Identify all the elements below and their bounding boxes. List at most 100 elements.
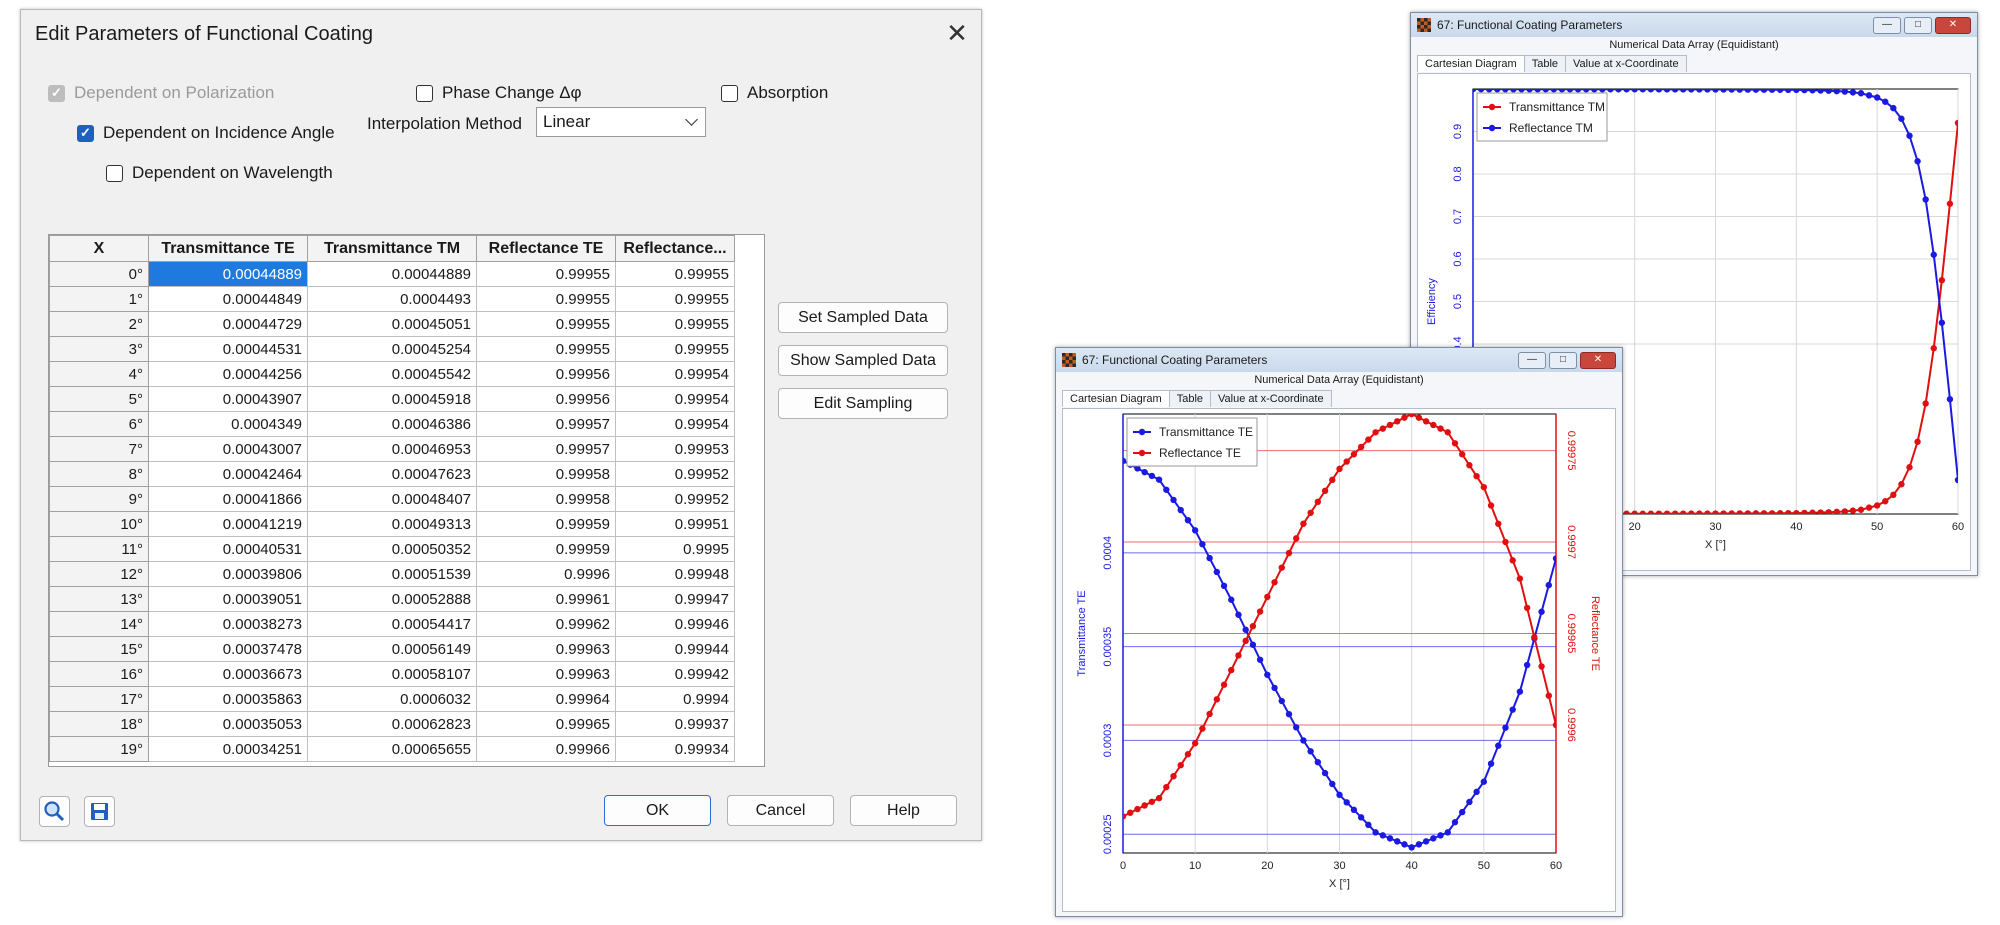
close-icon[interactable]: ✕ <box>1580 352 1616 369</box>
absorption-checkbox[interactable]: Absorption <box>721 83 828 103</box>
row-x-cell[interactable]: 10° <box>49 511 149 537</box>
tab-cartesian-diagram[interactable]: Cartesian Diagram <box>1062 390 1170 407</box>
table-cell[interactable]: 0.00047623 <box>307 461 477 487</box>
table-cell[interactable]: 0.00045918 <box>307 386 477 412</box>
column-header-reflectance-te[interactable]: Reflectance TE <box>476 235 616 262</box>
table-cell[interactable]: 0.99946 <box>615 611 735 637</box>
table-cell[interactable]: 0.99965 <box>476 711 616 737</box>
table-cell[interactable]: 0.99954 <box>615 386 735 412</box>
table-row[interactable]: 8° 0.00042464 0.00047623 0.99958 0.99952 <box>49 461 735 487</box>
table-cell[interactable]: 0.99957 <box>476 436 616 462</box>
table-cell[interactable]: 0.00056149 <box>307 636 477 662</box>
table-cell[interactable]: 0.00052888 <box>307 586 477 612</box>
row-x-cell[interactable]: 19° <box>49 736 149 762</box>
table-cell[interactable]: 0.99955 <box>476 336 616 362</box>
table-cell[interactable]: 0.00040531 <box>148 536 308 562</box>
table-cell[interactable]: 0.00046386 <box>307 411 477 437</box>
table-cell[interactable]: 0.99963 <box>476 636 616 662</box>
tab-cartesian-diagram[interactable]: Cartesian Diagram <box>1417 55 1525 72</box>
table-cell[interactable]: 0.00058107 <box>307 661 477 687</box>
table-row[interactable]: 7° 0.00043007 0.00046953 0.99957 0.99953 <box>49 436 735 462</box>
row-x-cell[interactable]: 1° <box>49 286 149 312</box>
table-cell[interactable]: 0.99937 <box>615 711 735 737</box>
table-row[interactable]: 10° 0.00041219 0.00049313 0.99959 0.99951 <box>49 511 735 537</box>
table-row[interactable]: 11° 0.00040531 0.00050352 0.99959 0.9995 <box>49 536 735 562</box>
table-cell[interactable]: 0.99966 <box>476 736 616 762</box>
table-cell[interactable]: 0.00043907 <box>148 386 308 412</box>
table-row[interactable]: 17° 0.00035863 0.0006032 0.99964 0.9994 <box>49 686 735 712</box>
table-cell[interactable]: 0.99961 <box>476 586 616 612</box>
table-row[interactable]: 6° 0.0004349 0.00046386 0.99957 0.99954 <box>49 411 735 437</box>
row-x-cell[interactable]: 0° <box>49 261 149 287</box>
table-cell[interactable]: 0.99956 <box>476 386 616 412</box>
table-cell[interactable]: 0.00037478 <box>148 636 308 662</box>
table-cell[interactable]: 0.99958 <box>476 461 616 487</box>
table-row[interactable]: 12° 0.00039806 0.00051539 0.9996 0.99948 <box>49 561 735 587</box>
table-cell[interactable]: 0.99963 <box>476 661 616 687</box>
row-x-cell[interactable]: 3° <box>49 336 149 362</box>
table-cell[interactable]: 0.00034251 <box>148 736 308 762</box>
table-cell[interactable]: 0.00041866 <box>148 486 308 512</box>
row-x-cell[interactable]: 7° <box>49 436 149 462</box>
table-row[interactable]: 19° 0.00034251 0.00065655 0.99966 0.99934 <box>49 736 735 762</box>
table-cell[interactable]: 0.99951 <box>615 511 735 537</box>
table-row[interactable]: 9° 0.00041866 0.00048407 0.99958 0.99952 <box>49 486 735 512</box>
table-cell[interactable]: 0.00036673 <box>148 661 308 687</box>
table-cell[interactable]: 0.99964 <box>476 686 616 712</box>
minimize-icon[interactable]: — <box>1518 352 1546 369</box>
column-header-x[interactable]: X <box>49 235 149 262</box>
tab-table[interactable]: Table <box>1523 55 1566 72</box>
table-cell[interactable]: 0.99952 <box>615 486 735 512</box>
row-x-cell[interactable]: 18° <box>49 711 149 737</box>
table-cell[interactable]: 0.00044889 <box>307 261 477 287</box>
table-cell[interactable]: 0.99957 <box>476 411 616 437</box>
table-row[interactable]: 5° 0.00043907 0.00045918 0.99956 0.99954 <box>49 386 735 412</box>
tab-table[interactable]: Table <box>1168 390 1211 407</box>
table-row[interactable]: 15° 0.00037478 0.00056149 0.99963 0.99944 <box>49 636 735 662</box>
table-cell[interactable]: 0.99953 <box>615 436 735 462</box>
table-cell[interactable]: 0.00046953 <box>307 436 477 462</box>
table-cell[interactable]: 0.00044889 <box>148 261 308 287</box>
table-cell[interactable]: 0.99962 <box>476 611 616 637</box>
row-x-cell[interactable]: 17° <box>49 686 149 712</box>
table-cell[interactable]: 0.00041219 <box>148 511 308 537</box>
table-cell[interactable]: 0.00045051 <box>307 311 477 337</box>
table-cell[interactable]: 0.0004349 <box>148 411 308 437</box>
table-row[interactable]: 3° 0.00044531 0.00045254 0.99955 0.99955 <box>49 336 735 362</box>
table-cell[interactable]: 0.9995 <box>615 536 735 562</box>
table-row[interactable]: 2° 0.00044729 0.00045051 0.99955 0.99955 <box>49 311 735 337</box>
window-title-bar[interactable]: 67: Functional Coating Parameters — □ ✕ <box>1056 348 1622 372</box>
table-cell[interactable]: 0.00065655 <box>307 736 477 762</box>
table-cell[interactable]: 0.00043007 <box>148 436 308 462</box>
table-cell[interactable]: 0.9994 <box>615 686 735 712</box>
table-cell[interactable]: 0.00050352 <box>307 536 477 562</box>
table-cell[interactable]: 0.00044256 <box>148 361 308 387</box>
table-cell[interactable]: 0.00045542 <box>307 361 477 387</box>
table-cell[interactable]: 0.00044531 <box>148 336 308 362</box>
ok-button[interactable]: OK <box>604 795 711 826</box>
table-cell[interactable]: 0.00044849 <box>148 286 308 312</box>
row-x-cell[interactable]: 5° <box>49 386 149 412</box>
table-cell[interactable]: 0.00044729 <box>148 311 308 337</box>
table-row[interactable]: 18° 0.00035053 0.00062823 0.99965 0.99937 <box>49 711 735 737</box>
window-title-bar[interactable]: 67: Functional Coating Parameters — □ ✕ <box>1411 13 1977 37</box>
table-cell[interactable]: 0.99955 <box>476 261 616 287</box>
table-cell[interactable]: 0.00051539 <box>307 561 477 587</box>
maximize-icon[interactable]: □ <box>1549 352 1577 369</box>
table-cell[interactable]: 0.00062823 <box>307 711 477 737</box>
row-x-cell[interactable]: 12° <box>49 561 149 587</box>
table-cell[interactable]: 0.99948 <box>615 561 735 587</box>
maximize-icon[interactable]: □ <box>1904 17 1932 34</box>
table-cell[interactable]: 0.99959 <box>476 511 616 537</box>
cancel-button[interactable]: Cancel <box>727 795 834 826</box>
table-cell[interactable]: 0.99955 <box>476 286 616 312</box>
table-cell[interactable]: 0.00054417 <box>307 611 477 637</box>
table-row[interactable]: 13° 0.00039051 0.00052888 0.99961 0.99947 <box>49 586 735 612</box>
table-row[interactable]: 0° 0.00044889 0.00044889 0.99955 0.99955 <box>49 261 735 287</box>
table-cell[interactable]: 0.99947 <box>615 586 735 612</box>
show-sampled-data-button[interactable]: Show Sampled Data <box>778 345 948 376</box>
table-cell[interactable]: 0.9996 <box>476 561 616 587</box>
column-header-reflectance-tm[interactable]: Reflectance... <box>615 235 735 262</box>
edit-sampling-button[interactable]: Edit Sampling <box>778 388 948 419</box>
table-cell[interactable]: 0.00042464 <box>148 461 308 487</box>
